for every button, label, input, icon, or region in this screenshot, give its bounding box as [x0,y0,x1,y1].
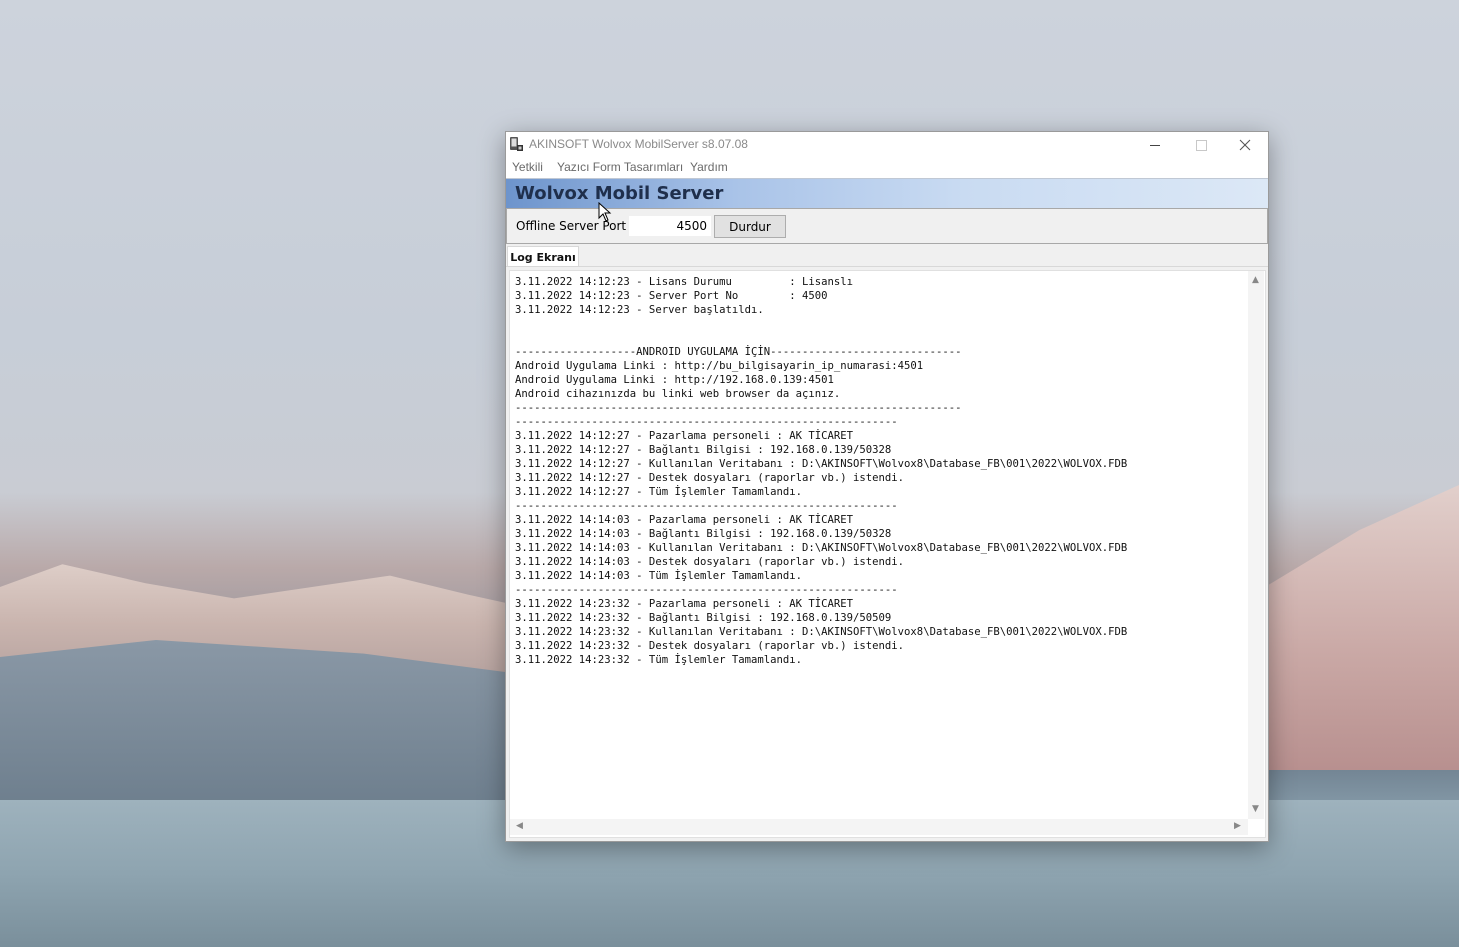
log-line: ----------------------------------------… [515,416,898,428]
maximize-button[interactable] [1178,132,1224,158]
tab-divider [506,266,1268,267]
log-line: 3.11.2022 14:12:23 - Server Port No : 45… [515,290,828,302]
port-input[interactable] [629,216,711,236]
maximize-icon [1195,139,1207,151]
log-line: ----------------------------------------… [515,584,898,596]
scroll-down-icon[interactable]: ▼ [1252,804,1259,814]
banner-title: Wolvox Mobil Server [515,183,724,204]
log-line: ----------------------------------------… [515,402,962,414]
log-line: 3.11.2022 14:12:23 - Server başlatıldı. [515,304,764,316]
mouse-cursor-icon [598,202,612,222]
log-line: 3.11.2022 14:12:27 - Tüm İşlemler Tamaml… [515,486,803,498]
menu-yardim[interactable]: Yardım [690,160,728,174]
log-line: 3.11.2022 14:14:03 - Pazarlama personeli… [515,514,854,526]
log-line: -------------------ANDROID UYGULAMA İÇİN… [515,346,962,358]
log-line: 3.11.2022 14:23:32 - Destek dosyaları (r… [515,640,905,652]
title-bar[interactable]: AKINSOFT Wolvox MobilServer s8.07.08 [506,132,1268,158]
minimize-button[interactable] [1132,132,1178,158]
log-line: 3.11.2022 14:23:32 - Bağlantı Bilgisi : … [515,612,892,624]
vertical-scrollbar[interactable]: ▲ ▼ [1248,271,1264,819]
wallpaper-dune-right [1260,485,1459,770]
menu-yetkili[interactable]: Yetkili [512,160,543,174]
app-window: AKINSOFT Wolvox MobilServer s8.07.08 Yet… [505,131,1269,842]
log-panel[interactable]: 3.11.2022 14:12:23 - Lisans Durumu : Lis… [509,270,1266,838]
log-line: Android Uygulama Linki : http://192.168.… [515,374,834,386]
stop-button[interactable]: Durdur [714,215,786,238]
app-icon [510,137,523,151]
header-banner: Wolvox Mobil Server [506,178,1268,210]
scroll-up-icon[interactable]: ▲ [1252,275,1259,285]
wallpaper-dune-shadow [0,640,520,810]
log-line: 3.11.2022 14:23:32 - Kullanılan Veritaba… [515,626,1128,638]
log-line: Android cihazınızda bu linki web browser… [515,388,841,400]
log-line: 3.11.2022 14:14:03 - Bağlantı Bilgisi : … [515,528,892,540]
log-line: 3.11.2022 14:23:32 - Pazarlama personeli… [515,598,854,610]
log-line: Android Uygulama Linki : http://bu_bilgi… [515,360,924,372]
log-text[interactable]: 3.11.2022 14:12:23 - Lisans Durumu : Lis… [515,275,1245,815]
log-line: 3.11.2022 14:14:03 - Kullanılan Veritaba… [515,542,1128,554]
log-line: 3.11.2022 14:12:27 - Bağlantı Bilgisi : … [515,444,892,456]
scroll-right-icon[interactable]: ▶ [1234,821,1241,831]
menu-yazici-form[interactable]: Yazıcı Form Tasarımları [557,160,683,174]
log-line: 3.11.2022 14:12:27 - Pazarlama personeli… [515,430,854,442]
tab-log[interactable]: Log Ekranı [507,246,579,267]
window-title: AKINSOFT Wolvox MobilServer s8.07.08 [529,137,748,151]
minimize-icon [1150,144,1160,146]
log-line: 3.11.2022 14:12:27 - Kullanılan Veritaba… [515,458,1128,470]
log-line: 3.11.2022 14:12:27 - Destek dosyaları (r… [515,472,905,484]
log-line: 3.11.2022 14:23:32 - Tüm İşlemler Tamaml… [515,654,803,666]
close-button[interactable] [1222,132,1268,158]
scroll-left-icon[interactable]: ◀ [516,821,523,831]
server-toolbar: Offline Server Port Durdur [506,208,1268,244]
log-line: 3.11.2022 14:14:03 - Destek dosyaları (r… [515,556,905,568]
log-line: 3.11.2022 14:12:23 - Lisans Durumu : Lis… [515,276,854,288]
log-line: 3.11.2022 14:14:03 - Tüm İşlemler Tamaml… [515,570,803,582]
horizontal-scrollbar[interactable]: ◀ ▶ [510,819,1248,835]
log-line: ----------------------------------------… [515,500,898,512]
menu-bar: Yetkili Yazıcı Form Tasarımları Yardım [506,158,1268,178]
close-icon [1239,139,1251,151]
